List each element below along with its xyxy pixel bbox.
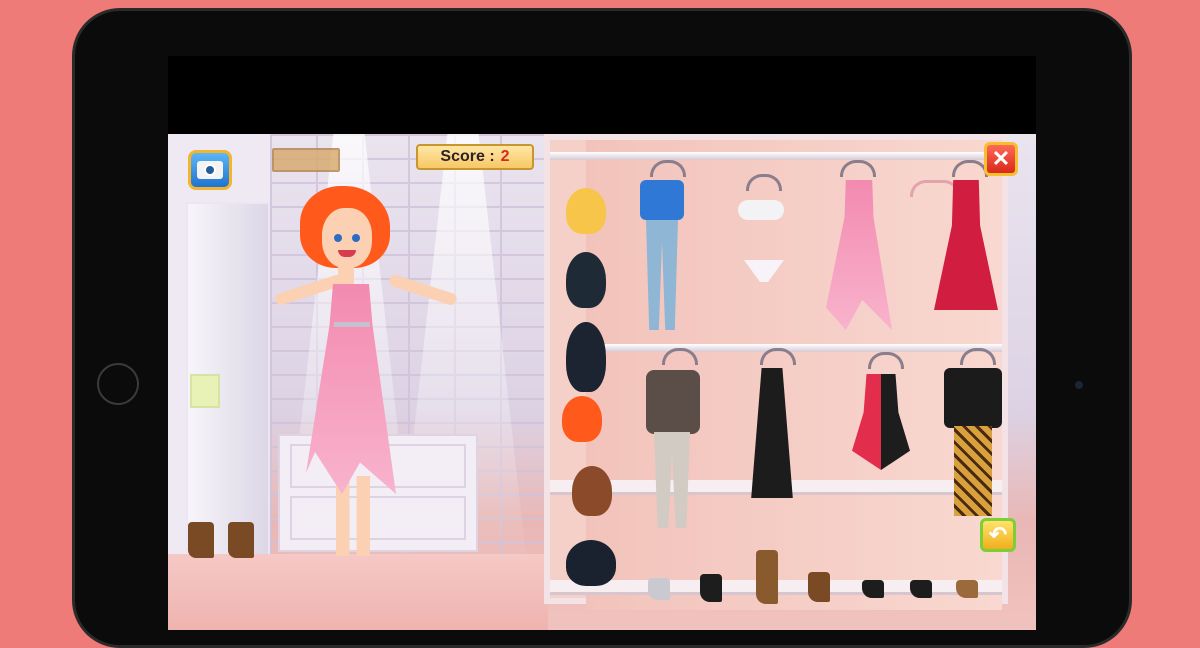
hair-item-black-long[interactable] [566, 252, 606, 308]
outfit-blue-top[interactable] [640, 180, 684, 220]
character-face [322, 208, 372, 268]
outfit-grey-cardigan[interactable] [646, 370, 700, 434]
undo-icon: ↶ [988, 522, 1008, 547]
hair-item-blonde[interactable] [566, 188, 606, 234]
character-model [273, 186, 478, 566]
close-icon: ✕ [991, 146, 1011, 171]
camera-button[interactable] [188, 150, 232, 190]
shoe-black-heels[interactable] [862, 580, 884, 598]
score-value: 2 [500, 148, 510, 165]
hair-item-orange-curly[interactable] [562, 396, 602, 442]
floor-boot-item[interactable] [188, 522, 214, 558]
floor-boot-item[interactable] [228, 522, 254, 558]
shoe-brown-boots[interactable] [808, 572, 830, 602]
shoe-grey-heels[interactable] [648, 578, 670, 600]
empty-hangers [910, 180, 960, 197]
clothes-rail [550, 152, 1002, 160]
wardrobe [544, 134, 1008, 610]
decor-vase [190, 374, 220, 408]
close-button[interactable]: ✕ [984, 142, 1018, 176]
shoe-brown-sandals[interactable] [956, 580, 978, 598]
character-dress [306, 284, 396, 494]
wall-plaque [272, 148, 340, 172]
shoe-brown-tall-boots[interactable] [756, 550, 778, 604]
camera-icon [197, 161, 223, 179]
shoe-black-boots[interactable] [700, 574, 722, 602]
shoe-black-sandals[interactable] [910, 580, 932, 598]
clothes-rail [590, 344, 1002, 352]
dressup-scene: Score : 2 ✕ ↶ [168, 134, 1036, 630]
score-label: Score : [440, 148, 495, 165]
game-screen: Score : 2 ✕ ↶ [168, 56, 1036, 630]
front-camera-icon [1075, 381, 1083, 389]
hair-item-black-wavy[interactable] [566, 322, 606, 392]
outfit-black-top[interactable] [944, 368, 1002, 428]
hair-item-brown[interactable] [572, 466, 612, 516]
undo-button[interactable]: ↶ [980, 518, 1016, 552]
character-belt [334, 322, 370, 327]
hair-item-black-curly[interactable] [566, 540, 616, 586]
score-panel: Score : 2 [416, 144, 534, 170]
character-arm [387, 273, 459, 307]
outfit-leopard-leggings[interactable] [954, 426, 992, 516]
outfit-white-bra[interactable] [738, 200, 784, 220]
home-button[interactable] [97, 363, 139, 405]
